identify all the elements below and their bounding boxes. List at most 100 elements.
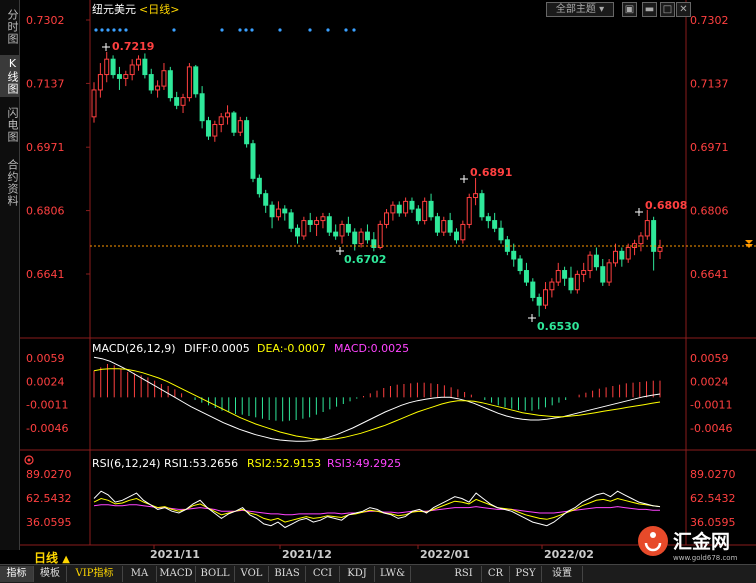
candle-body xyxy=(110,58,116,76)
signal-dot xyxy=(172,28,176,32)
chart-area[interactable]: 纽元美元 <日线> 0.7302 0.7137 0.6971 0.6806 0.6641… xyxy=(20,0,756,564)
tab-indicators[interactable]: 指标 xyxy=(0,566,34,582)
maximize-icon[interactable]: □ xyxy=(660,2,675,17)
price-tick-label: 0.6641 xyxy=(26,268,65,281)
signal-dot xyxy=(100,28,104,32)
tab-cr[interactable]: CR xyxy=(482,566,510,582)
signal-dot xyxy=(352,28,356,32)
candle-body xyxy=(129,64,135,76)
tab-cci[interactable]: CCI xyxy=(306,566,340,582)
tab-lw[interactable]: LW& xyxy=(375,566,411,582)
tab-vip-indicators[interactable]: VIP指标 xyxy=(67,566,123,582)
theme-label: 全部主题 xyxy=(555,4,596,15)
candle-body xyxy=(269,204,275,218)
candle-body xyxy=(625,246,631,260)
candle-body xyxy=(174,97,180,106)
close-icon[interactable]: ✕ xyxy=(676,2,691,17)
candle-body xyxy=(415,208,421,222)
macd-tick-label: 0.0024 xyxy=(690,375,729,388)
time-label: 2021/12 xyxy=(282,548,332,561)
candle-body xyxy=(619,250,625,260)
candle-body xyxy=(263,193,269,206)
candle-body xyxy=(581,270,587,275)
tab-settings[interactable]: 设置 xyxy=(542,566,583,582)
candle-body xyxy=(441,220,447,233)
period-label: 日线 xyxy=(34,551,59,565)
sidebar: 分时图 K线图 闪电图 合约资料 xyxy=(0,0,20,550)
candle-body xyxy=(428,200,434,218)
candle-body xyxy=(587,254,593,272)
sidebar-tab-intraday[interactable]: 分时图 xyxy=(0,6,19,48)
sidebar-tab-contract[interactable]: 合约资料 xyxy=(0,155,19,211)
macd-macd-value: MACD:0.0025 xyxy=(334,342,409,355)
signal-dot xyxy=(238,28,242,32)
macd-tick-label: -0.0046 xyxy=(26,422,68,435)
rsi-tick-label: 36.0595 xyxy=(26,516,72,529)
rsi-tick-label: 89.0270 xyxy=(26,468,72,481)
candle-body xyxy=(339,223,345,237)
candle-body xyxy=(180,97,186,106)
restore-icon[interactable]: ▣ xyxy=(622,2,637,17)
candle-body xyxy=(453,231,459,241)
theme-dropdown[interactable]: 全部主题 ▾ xyxy=(546,2,614,17)
candle-body xyxy=(530,281,536,298)
signal-dot xyxy=(278,28,282,32)
candle-body xyxy=(136,58,142,66)
tab-templates[interactable]: 模板 xyxy=(34,566,67,582)
time-axis: 2021/11 2021/12 2022/01 2022/02 xyxy=(150,545,594,561)
candle-body xyxy=(409,200,415,210)
price-tick-label: 0.6806 xyxy=(690,205,729,218)
logo-name: 汇金网 xyxy=(673,530,730,553)
rsi2-value: RSI2:52.9153 xyxy=(247,457,321,470)
candle-body xyxy=(473,193,479,199)
candle-body xyxy=(244,120,250,145)
candle-body xyxy=(396,204,402,214)
tab-boll[interactable]: BOLL xyxy=(196,566,235,582)
tab-bias[interactable]: BIAS xyxy=(269,566,306,582)
rsi-axis-left: 89.0270 62.5432 36.0595 xyxy=(26,468,72,529)
price-tick-label: 0.6806 xyxy=(26,205,65,218)
rsi1-value: RSI1:53.2656 xyxy=(164,457,238,470)
candle-body xyxy=(638,235,644,245)
logo-url: www.gold678.com xyxy=(673,554,738,562)
candle-body xyxy=(314,220,320,225)
tab-psy[interactable]: PSY xyxy=(510,566,542,582)
candle-body xyxy=(320,216,326,222)
annotation-high-1: 0.7219 xyxy=(112,40,154,53)
candle-body xyxy=(161,70,167,87)
macd-tick-label: -0.0011 xyxy=(690,399,732,412)
candle-body xyxy=(555,270,561,283)
candle-body xyxy=(123,74,129,79)
candle-body xyxy=(498,227,504,241)
macd-dea-value: DEA:-0.0007 xyxy=(257,342,326,355)
candle-body xyxy=(364,231,370,241)
sidebar-tab-kline[interactable]: K线图 xyxy=(0,55,19,97)
candle-body xyxy=(358,231,364,245)
candle-body xyxy=(536,296,542,306)
tab-ma[interactable]: MA xyxy=(123,566,157,582)
candle-body xyxy=(97,74,103,91)
price-tick-label: 0.7302 xyxy=(690,14,729,27)
candle-body xyxy=(301,220,307,237)
candle-body xyxy=(142,58,148,76)
candle-body xyxy=(562,270,568,279)
candle-body xyxy=(543,289,549,306)
tab-rsi[interactable]: RSI xyxy=(446,566,482,582)
candle-body xyxy=(511,250,517,260)
tab-kdj[interactable]: KDJ xyxy=(340,566,375,582)
minimize-icon[interactable]: ▬ xyxy=(642,2,657,17)
tab-vol[interactable]: VOL xyxy=(235,566,269,582)
instrument-name: 纽元美元 xyxy=(92,2,136,16)
candle-body xyxy=(485,216,491,222)
annotation-low-1: 0.6702 xyxy=(344,253,386,266)
macd-tick-label: 0.0059 xyxy=(26,352,65,365)
candle-body xyxy=(403,200,409,214)
candle-body xyxy=(568,277,574,291)
macd-axis-right: 0.0059 0.0024 -0.0011 -0.0046 xyxy=(690,352,732,435)
price-tick-label: 0.7302 xyxy=(26,14,65,27)
annotation-low-2: 0.6530 xyxy=(537,320,580,333)
sidebar-tab-flash[interactable]: 闪电图 xyxy=(0,104,19,146)
candle-body xyxy=(237,120,243,133)
price-tick-label: 0.7137 xyxy=(26,77,65,90)
tab-macd[interactable]: MACD xyxy=(157,566,196,582)
